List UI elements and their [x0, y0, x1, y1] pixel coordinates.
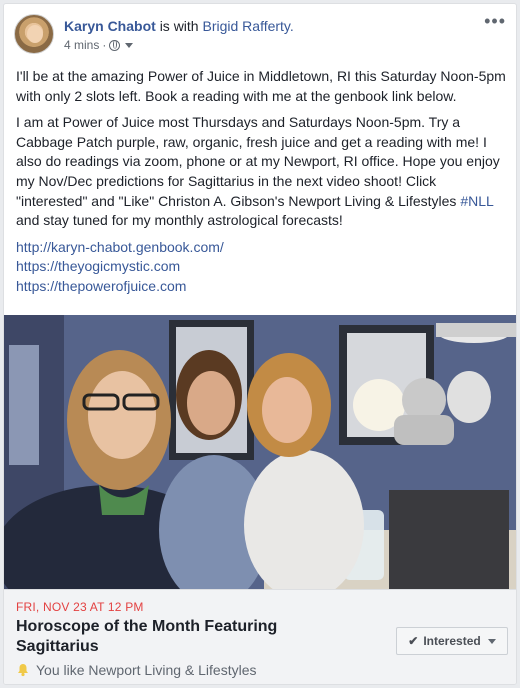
paragraph-2-tail: and stay tuned for my monthly astrologic…: [16, 212, 343, 229]
chevron-down-icon[interactable]: [125, 42, 134, 48]
author-avatar[interactable]: [14, 14, 54, 54]
post-paragraph-1: I'll be at the amazing Power of Juice in…: [16, 68, 506, 104]
post-header: Karyn Chabot is with Brigid Rafferty. 4 …: [14, 12, 506, 60]
post-timestamp[interactable]: 4 mins: [64, 38, 99, 52]
powerofjuice-link[interactable]: https://thepowerofjuice.com: [16, 277, 508, 297]
with-text: is with: [159, 18, 199, 34]
interested-button[interactable]: ✔ Interested: [396, 627, 508, 655]
event-title[interactable]: Horoscope of the Month Featuring Sagitta…: [16, 617, 316, 657]
event-panel[interactable]: FRI, NOV 23 AT 12 PM Horoscope of the Mo…: [4, 589, 516, 684]
ellipsis-icon[interactable]: •••: [484, 12, 506, 30]
author-name-link[interactable]: Karyn Chabot: [64, 18, 156, 34]
yogicmystic-link[interactable]: https://theyogicmystic.com: [16, 257, 508, 277]
post-author-line: Karyn Chabot is with Brigid Rafferty.: [64, 17, 294, 35]
post-meta: 4 mins ·: [64, 38, 134, 52]
paragraph-2-text: I am at Power of Juice most Thursdays an…: [16, 114, 500, 209]
hashtag-link[interactable]: #NLL: [460, 193, 493, 209]
meta-separator: ·: [102, 38, 107, 52]
event-date: FRI, NOV 23 AT 12 PM: [16, 600, 144, 614]
event-photo[interactable]: [4, 315, 516, 589]
post-links: http://karyn-chabot.genbook.com/ https:/…: [16, 238, 508, 297]
interested-label: Interested: [423, 634, 481, 648]
post-card: Karyn Chabot is with Brigid Rafferty. 4 …: [3, 3, 517, 685]
post-body: I'll be at the amazing Power of Juice in…: [16, 67, 508, 297]
chevron-down-icon: [487, 638, 496, 644]
photo-illustration: [4, 315, 516, 589]
event-like-line: You like Newport Living & Lifestyles: [16, 662, 257, 678]
globe-icon[interactable]: [109, 39, 121, 51]
like-text: You like Newport Living & Lifestyles: [36, 662, 257, 678]
genbook-link[interactable]: http://karyn-chabot.genbook.com/: [16, 238, 508, 258]
post-paragraph-2: I am at Power of Juice most Thursdays an…: [16, 113, 508, 231]
tagged-person-link[interactable]: Brigid Rafferty.: [202, 18, 293, 34]
bell-icon: [18, 664, 28, 677]
check-icon: ✔: [408, 634, 419, 648]
